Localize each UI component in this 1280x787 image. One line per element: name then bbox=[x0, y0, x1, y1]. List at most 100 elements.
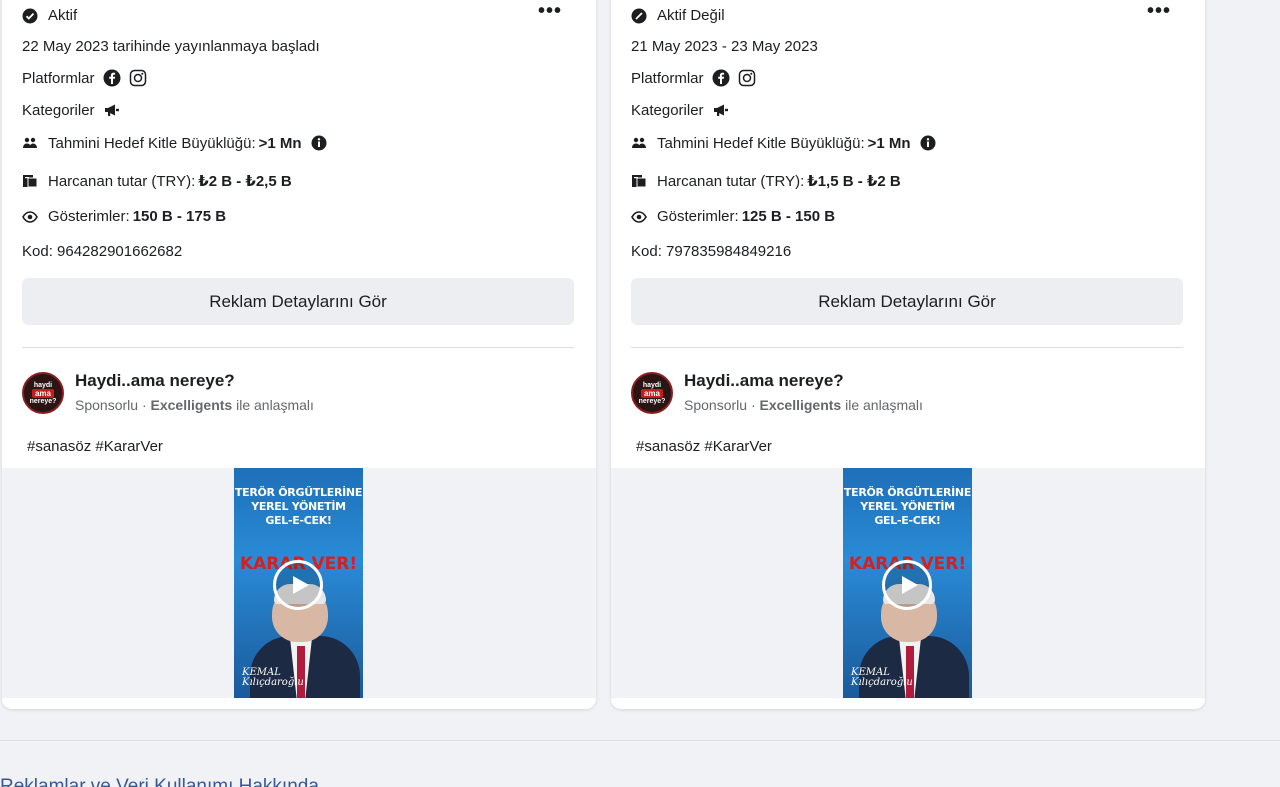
spend-row: Harcanan tutar (TRY): ₺1,5 B - ₺2 B bbox=[631, 172, 901, 190]
audience-value: >1 Mn bbox=[258, 134, 302, 152]
signature-line-2: Kılıçdaroğlu bbox=[242, 677, 304, 688]
media-area: TERÖR ÖRGÜTLERİNE YEREL YÖNETİM GEL-E-CE… bbox=[611, 468, 1205, 698]
date-line: 21 May 2023 - 23 May 2023 bbox=[631, 38, 818, 55]
impressions-row: Gösterimler: 150 B - 175 B bbox=[22, 208, 226, 225]
page-name[interactable]: Haydi..ama nereye? bbox=[684, 371, 844, 391]
platforms-row: Platformlar bbox=[22, 69, 147, 87]
status-text: Aktif bbox=[48, 7, 78, 24]
poster-headline: TERÖR ÖRGÜTLERİNE YEREL YÖNETİM GEL-E-CE… bbox=[234, 486, 363, 528]
more-options-button[interactable]: ••• bbox=[538, 1, 562, 21]
money-icon bbox=[22, 173, 38, 189]
see-ad-details-button[interactable]: Reklam Detaylarını Gör bbox=[22, 278, 574, 325]
partner-suffix: ile anlaşmalı bbox=[845, 397, 923, 413]
status-row: Aktif Değil bbox=[631, 7, 725, 24]
audience-label: Tahmini Hedef Kitle Büyüklüğü: bbox=[48, 134, 256, 152]
audience-value: >1 Mn bbox=[867, 134, 911, 152]
ad-id: Kod: 797835984849216 bbox=[631, 243, 792, 260]
poster-line-1: TERÖR ÖRGÜTLERİNE bbox=[234, 486, 363, 499]
avatar-line-3: nereye? bbox=[29, 397, 57, 405]
not-active-icon bbox=[631, 8, 647, 24]
audience-row: Tahmini Hedef Kitle Büyüklüğü: >1 Mn bbox=[22, 134, 328, 152]
platforms-label: Platformlar bbox=[22, 69, 95, 87]
categories-label: Kategoriler bbox=[631, 101, 704, 119]
separator: · bbox=[141, 397, 147, 413]
play-button[interactable] bbox=[882, 560, 932, 610]
signature-line-2: Kılıçdaroğlu bbox=[851, 677, 913, 688]
video-thumbnail[interactable]: TERÖR ÖRGÜTLERİNE YEREL YÖNETİM GEL-E-CE… bbox=[234, 468, 363, 698]
hashtags: #sanasöz #KararVer bbox=[636, 438, 772, 455]
facebook-icon bbox=[712, 69, 730, 87]
poster-line-1: TERÖR ÖRGÜTLERİNE bbox=[843, 486, 972, 499]
page-name[interactable]: Haydi..ama nereye? bbox=[75, 371, 235, 391]
poster-line-3: GEL-E-CEK! bbox=[874, 514, 941, 527]
facebook-icon bbox=[103, 69, 121, 87]
play-button[interactable] bbox=[273, 560, 323, 610]
ad-card-2: Aktif Değil ••• 21 May 2023 - 23 May 202… bbox=[611, 0, 1205, 709]
spend-value: ₺2 B - ₺2,5 B bbox=[198, 173, 292, 190]
impressions-row: Gösterimler: 125 B - 150 B bbox=[631, 208, 835, 225]
check-circle-icon bbox=[22, 8, 38, 24]
categories-row: Kategoriler bbox=[22, 101, 121, 119]
avatar[interactable]: haydi ama nereye? bbox=[22, 372, 64, 414]
sponsored-label: Sponsorlu bbox=[75, 397, 139, 413]
sponsored-label: Sponsorlu bbox=[684, 397, 748, 413]
megaphone-icon bbox=[712, 101, 730, 119]
poster-line-2: YEREL YÖNETİM bbox=[860, 500, 955, 513]
poster-signature: KEMAL Kılıçdaroğlu bbox=[242, 668, 304, 688]
video-thumbnail[interactable]: TERÖR ÖRGÜTLERİNE YEREL YÖNETİM GEL-E-CE… bbox=[843, 468, 972, 698]
info-icon[interactable] bbox=[310, 134, 328, 152]
status-text: Aktif Değil bbox=[657, 7, 725, 24]
eye-icon bbox=[631, 209, 647, 225]
separator: · bbox=[750, 397, 756, 413]
people-icon bbox=[631, 135, 647, 151]
money-icon bbox=[631, 173, 647, 189]
info-icon[interactable] bbox=[919, 134, 937, 152]
platforms-row: Platformlar bbox=[631, 69, 756, 87]
status-row: Aktif bbox=[22, 7, 77, 24]
spend-row: Harcanan tutar (TRY): ₺2 B - ₺2,5 B bbox=[22, 172, 292, 190]
impressions-value: 150 B - 175 B bbox=[132, 208, 227, 225]
ads-data-use-link[interactable]: Reklamlar ve Veri Kullanımı Hakkında bbox=[0, 776, 319, 787]
ad-id: Kod: 964282901662682 bbox=[22, 243, 183, 260]
poster-headline: TERÖR ÖRGÜTLERİNE YEREL YÖNETİM GEL-E-CE… bbox=[843, 486, 972, 528]
divider bbox=[631, 347, 1183, 348]
partner-name[interactable]: Excelligents bbox=[151, 397, 233, 413]
avatar-line-2: ama bbox=[31, 388, 54, 398]
instagram-icon bbox=[738, 69, 756, 87]
ad-card-1: Aktif ••• 22 May 2023 tarihinde yayınlan… bbox=[2, 0, 596, 709]
spend-label: Harcanan tutar (TRY): bbox=[48, 172, 196, 190]
megaphone-icon bbox=[103, 101, 121, 119]
avatar-line-1: haydi bbox=[33, 381, 53, 389]
partner-suffix: ile anlaşmalı bbox=[236, 397, 314, 413]
impressions-label: Gösterimler: bbox=[48, 208, 130, 225]
see-ad-details-button[interactable]: Reklam Detaylarını Gör bbox=[631, 278, 1183, 325]
avatar-line-1: haydi bbox=[642, 381, 662, 389]
people-icon bbox=[22, 135, 38, 151]
impressions-label: Gösterimler: bbox=[657, 208, 739, 225]
instagram-icon bbox=[129, 69, 147, 87]
poster-line-2: YEREL YÖNETİM bbox=[251, 500, 346, 513]
footer-divider bbox=[0, 740, 1280, 741]
play-icon bbox=[901, 576, 918, 594]
platforms-label: Platformlar bbox=[631, 69, 704, 87]
hashtags: #sanasöz #KararVer bbox=[27, 438, 163, 455]
sponsor-line: Sponsorlu · Excelligents ile anlaşmalı bbox=[75, 397, 314, 413]
date-line: 22 May 2023 tarihinde yayınlanmaya başla… bbox=[22, 38, 320, 55]
poster-signature: KEMAL Kılıçdaroğlu bbox=[851, 668, 913, 688]
categories-label: Kategoriler bbox=[22, 101, 95, 119]
avatar-line-2: ama bbox=[640, 388, 663, 398]
poster-line-3: GEL-E-CEK! bbox=[265, 514, 332, 527]
spend-label: Harcanan tutar (TRY): bbox=[657, 172, 805, 190]
categories-row: Kategoriler bbox=[631, 101, 730, 119]
sponsor-line: Sponsorlu · Excelligents ile anlaşmalı bbox=[684, 397, 923, 413]
play-icon bbox=[292, 576, 309, 594]
audience-label: Tahmini Hedef Kitle Büyüklüğü: bbox=[657, 134, 865, 152]
media-area: TERÖR ÖRGÜTLERİNE YEREL YÖNETİM GEL-E-CE… bbox=[2, 468, 596, 698]
divider bbox=[22, 347, 574, 348]
avatar[interactable]: haydi ama nereye? bbox=[631, 372, 673, 414]
spend-value: ₺1,5 B - ₺2 B bbox=[807, 173, 901, 190]
partner-name[interactable]: Excelligents bbox=[760, 397, 842, 413]
audience-row: Tahmini Hedef Kitle Büyüklüğü: >1 Mn bbox=[631, 134, 937, 152]
more-options-button[interactable]: ••• bbox=[1147, 1, 1171, 21]
avatar-line-3: nereye? bbox=[638, 397, 666, 405]
